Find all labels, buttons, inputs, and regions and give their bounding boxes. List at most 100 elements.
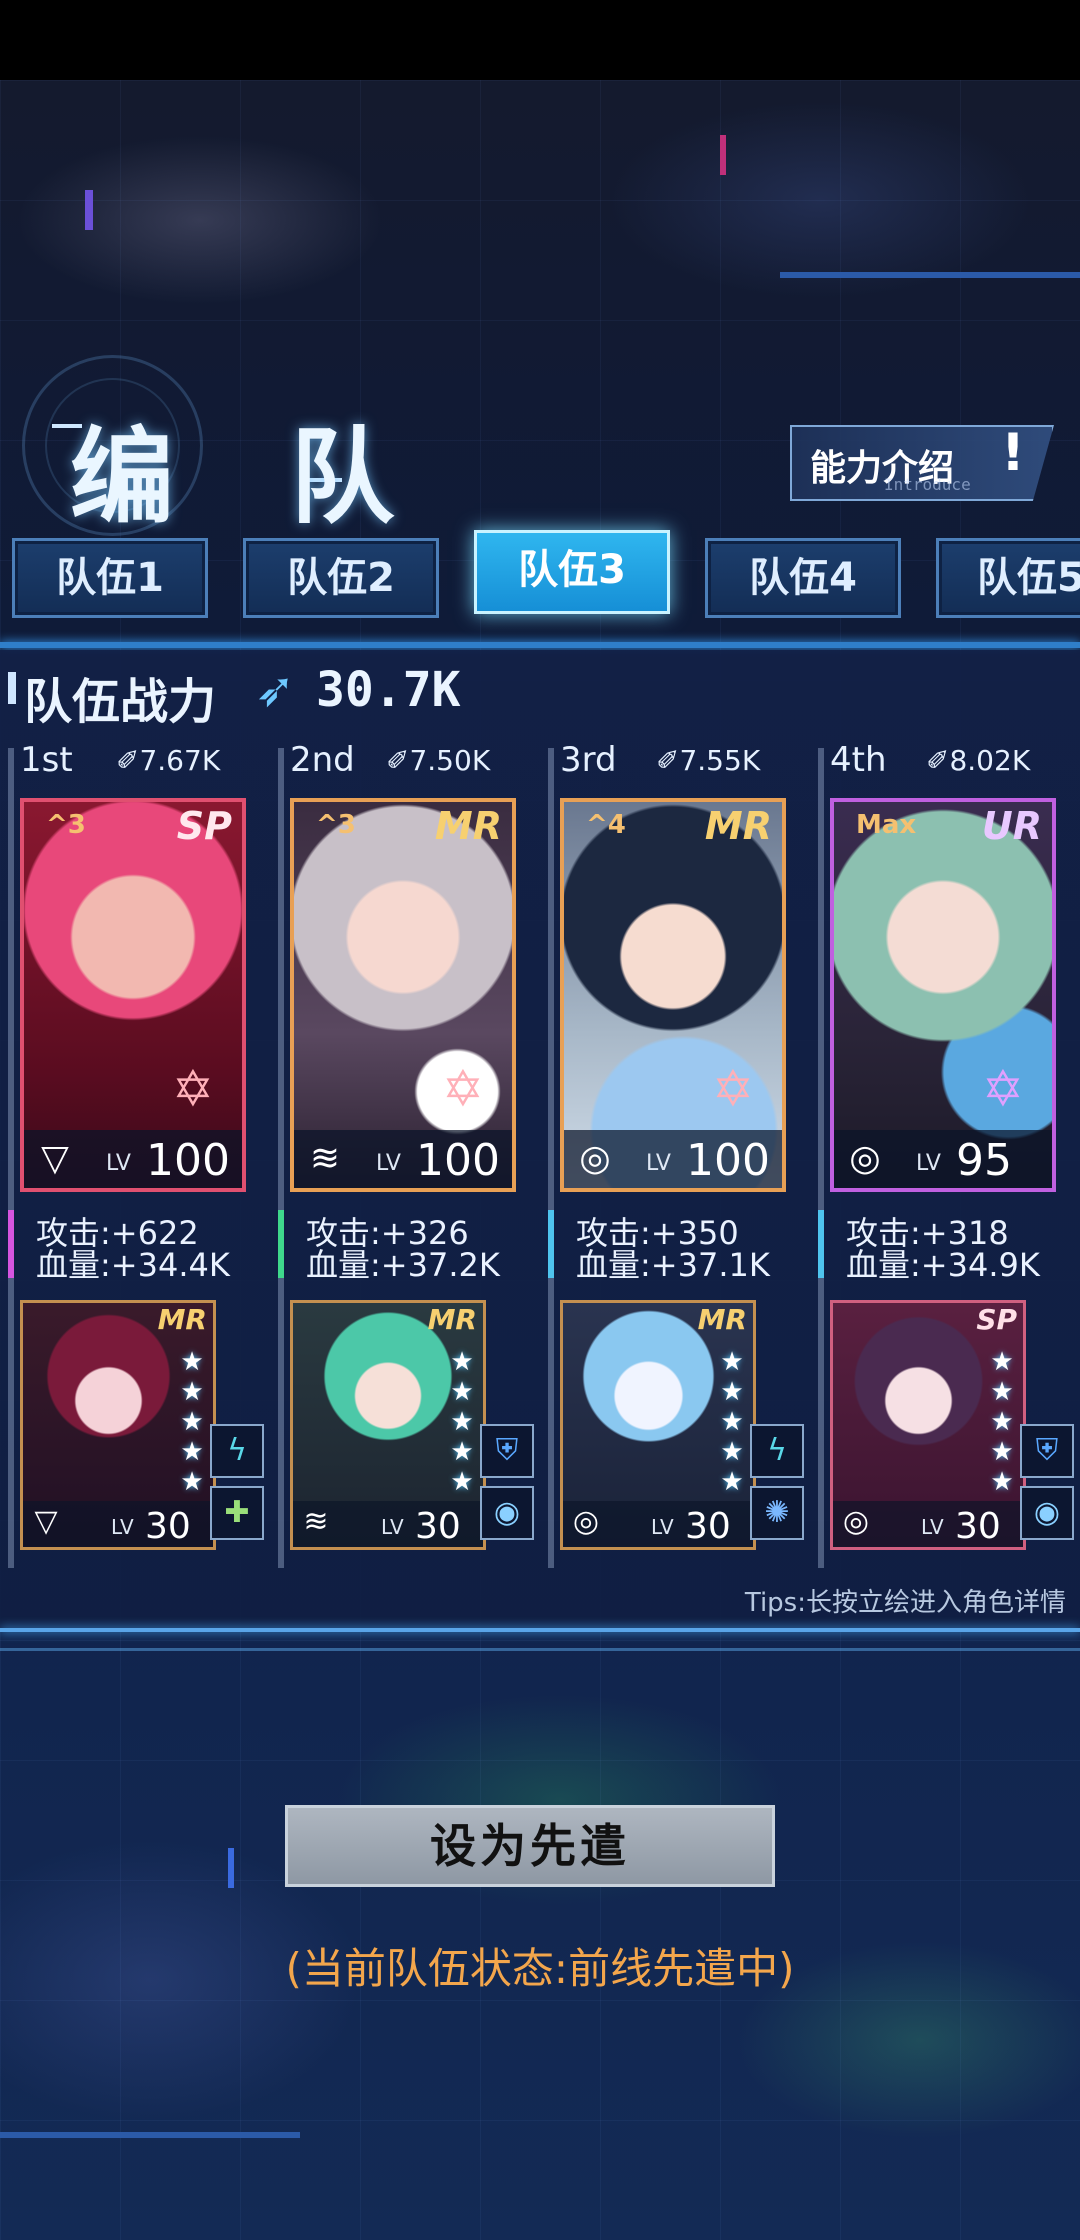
power-marker (8, 672, 16, 704)
member-power: ✐7.67K (116, 744, 221, 777)
member-power: ✐8.02K (926, 744, 1031, 777)
column-edge (278, 748, 284, 1568)
glitch-line (0, 2132, 300, 2138)
support-rarity: MR (697, 1303, 747, 1336)
rarity-badge: MR (704, 804, 772, 848)
tab-team-3[interactable]: 队伍3 (474, 530, 670, 614)
support-card[interactable]: SP ★ ★ ★ ★ ★ ◎ LV 30 (830, 1300, 1026, 1550)
level-value: 95 (956, 1135, 1012, 1186)
card-grade: ^4 (586, 810, 626, 840)
status-bar (0, 0, 1080, 80)
rocket-icon: ➶ (255, 662, 296, 718)
member-power-value: 7.55K (679, 744, 761, 777)
panel-divider (0, 1628, 1080, 1632)
rarity-badge: MR (434, 804, 502, 848)
member-power-value: 7.50K (409, 744, 491, 777)
burst-skill-icon[interactable]: ✺ (750, 1486, 804, 1540)
member-column-2: 2nd ✐7.50K ^3 MR ✡ ≋ LV 100 攻击:+326 血量:+… (278, 740, 534, 1570)
team-tabs: 队伍1 队伍2 队伍3 队伍4 队伍5 (0, 530, 1080, 630)
support-level-value: 30 (415, 1506, 461, 1547)
support-rarity: SP (976, 1303, 1017, 1336)
level-value: 100 (146, 1135, 230, 1186)
support-card[interactable]: MR ★ ★ ★ ★ ★ ≋ LV 30 (290, 1300, 486, 1550)
glitch-line (85, 190, 93, 230)
hp-stat: 血量:+34.9K (846, 1246, 1040, 1284)
level-value: 100 (686, 1135, 770, 1186)
tab-team-2[interactable]: 队伍2 (243, 538, 439, 618)
lightning-skill-icon[interactable]: ϟ (750, 1424, 804, 1478)
column-edge (548, 748, 554, 1568)
support-level-value: 30 (145, 1506, 191, 1547)
member-card[interactable]: ^3 MR ✡ ≋ LV 100 (290, 798, 516, 1192)
member-power-value: 7.67K (139, 744, 221, 777)
member-power: ✐7.55K (656, 744, 761, 777)
glitch-line (780, 272, 1080, 278)
member-power-value: 8.02K (949, 744, 1031, 777)
tab-team-5[interactable]: 队伍5 (936, 538, 1080, 618)
level-value: 100 (416, 1135, 500, 1186)
member-card[interactable]: ^4 MR ✡ ◎ LV 100 (560, 798, 786, 1192)
member-rank: 2nd (290, 740, 355, 780)
tab-team-4[interactable]: 队伍4 (705, 538, 901, 618)
stat-marker (818, 1210, 824, 1278)
member-column-3: 3rd ✐7.55K ^4 MR ✡ ◎ LV 100 攻击:+350 血量:+… (548, 740, 804, 1570)
card-grade: Max (856, 810, 917, 840)
rarity-badge: SP (176, 804, 232, 848)
member-power: ✐7.50K (386, 744, 491, 777)
eye-skill-icon[interactable]: ◉ (1020, 1486, 1074, 1540)
stat-marker (8, 1210, 14, 1278)
circle-element-icon: ◎ (842, 1504, 870, 1539)
tips-text: Tips:长按立绘进入角色详情 (744, 1588, 1066, 1618)
card-grade: ^3 (316, 810, 356, 840)
shield-skill-icon[interactable]: ⛨ (480, 1424, 534, 1478)
circle-element-icon: ◎ (572, 1504, 600, 1539)
hp-stat: 血量:+37.1K (576, 1246, 770, 1284)
circle-element-icon: ◎ (849, 1138, 881, 1179)
star-rating: ★ ★ ★ ★ ★ (180, 1347, 204, 1497)
ability-intro-sublabel: Introduce (884, 475, 971, 494)
star-rating: ★ ★ ★ ★ ★ (720, 1347, 744, 1497)
support-card[interactable]: MR ★ ★ ★ ★ ★ ▽ LV 30 (20, 1300, 216, 1550)
glitch-line (720, 135, 726, 175)
member-column-4: 4th ✐8.02K Max UR ✡ ◎ LV 95 攻击:+318 血量:+… (818, 740, 1074, 1570)
tabs-divider (0, 642, 1080, 648)
hp-stat: 血量:+34.4K (36, 1246, 230, 1284)
level-label: LV (916, 1151, 941, 1176)
glitch-line (228, 1848, 234, 1888)
stat-marker (278, 1210, 284, 1278)
member-card[interactable]: Max UR ✡ ◎ LV 95 (830, 798, 1056, 1192)
support-rarity: MR (157, 1303, 207, 1336)
member-rank: 3rd (560, 740, 617, 780)
lightning-skill-icon[interactable]: ϟ (210, 1424, 264, 1478)
support-card[interactable]: MR ★ ★ ★ ★ ★ ◎ LV 30 (560, 1300, 756, 1550)
triangle-element-icon: ▽ (41, 1138, 69, 1179)
cross-skill-icon[interactable]: ✚ (210, 1486, 264, 1540)
circle-element-icon: ◎ (579, 1138, 611, 1179)
level-label: LV (646, 1151, 671, 1176)
support-level-label: LV (111, 1515, 134, 1539)
star-rating: ★ ★ ★ ★ ★ (990, 1347, 1014, 1497)
hexagram-icon: ✡ (442, 1060, 484, 1118)
column-edge (818, 748, 824, 1568)
member-card[interactable]: ^3 SP ✡ ▽ LV 100 (20, 798, 246, 1192)
support-rarity: MR (427, 1303, 477, 1336)
star-rating: ★ ★ ★ ★ ★ (450, 1347, 474, 1497)
card-grade: ^3 (46, 810, 86, 840)
wifi-element-icon: ≋ (303, 1504, 329, 1539)
triangle-element-icon: ▽ (34, 1504, 58, 1539)
level-label: LV (106, 1151, 131, 1176)
rarity-badge: UR (981, 804, 1042, 848)
set-vanguard-button[interactable]: 设为先遣 (285, 1805, 775, 1887)
hp-stat: 血量:+37.2K (306, 1246, 500, 1284)
tab-team-1[interactable]: 队伍1 (12, 538, 208, 618)
team-power-label: 队伍战力 (24, 674, 217, 730)
column-edge (8, 748, 14, 1568)
member-rank: 1st (20, 740, 73, 780)
support-level-value: 30 (685, 1506, 731, 1547)
exclamation-icon[interactable]: ! (985, 418, 1041, 488)
level-label: LV (376, 1151, 401, 1176)
member-column-1: 1st ✐7.67K ^3 SP ✡ ▽ LV 100 攻击:+622 血量:+… (8, 740, 264, 1570)
hexagram-icon: ✡ (982, 1060, 1024, 1118)
shield-skill-icon[interactable]: ⛨ (1020, 1424, 1074, 1478)
eye-skill-icon[interactable]: ◉ (480, 1486, 534, 1540)
